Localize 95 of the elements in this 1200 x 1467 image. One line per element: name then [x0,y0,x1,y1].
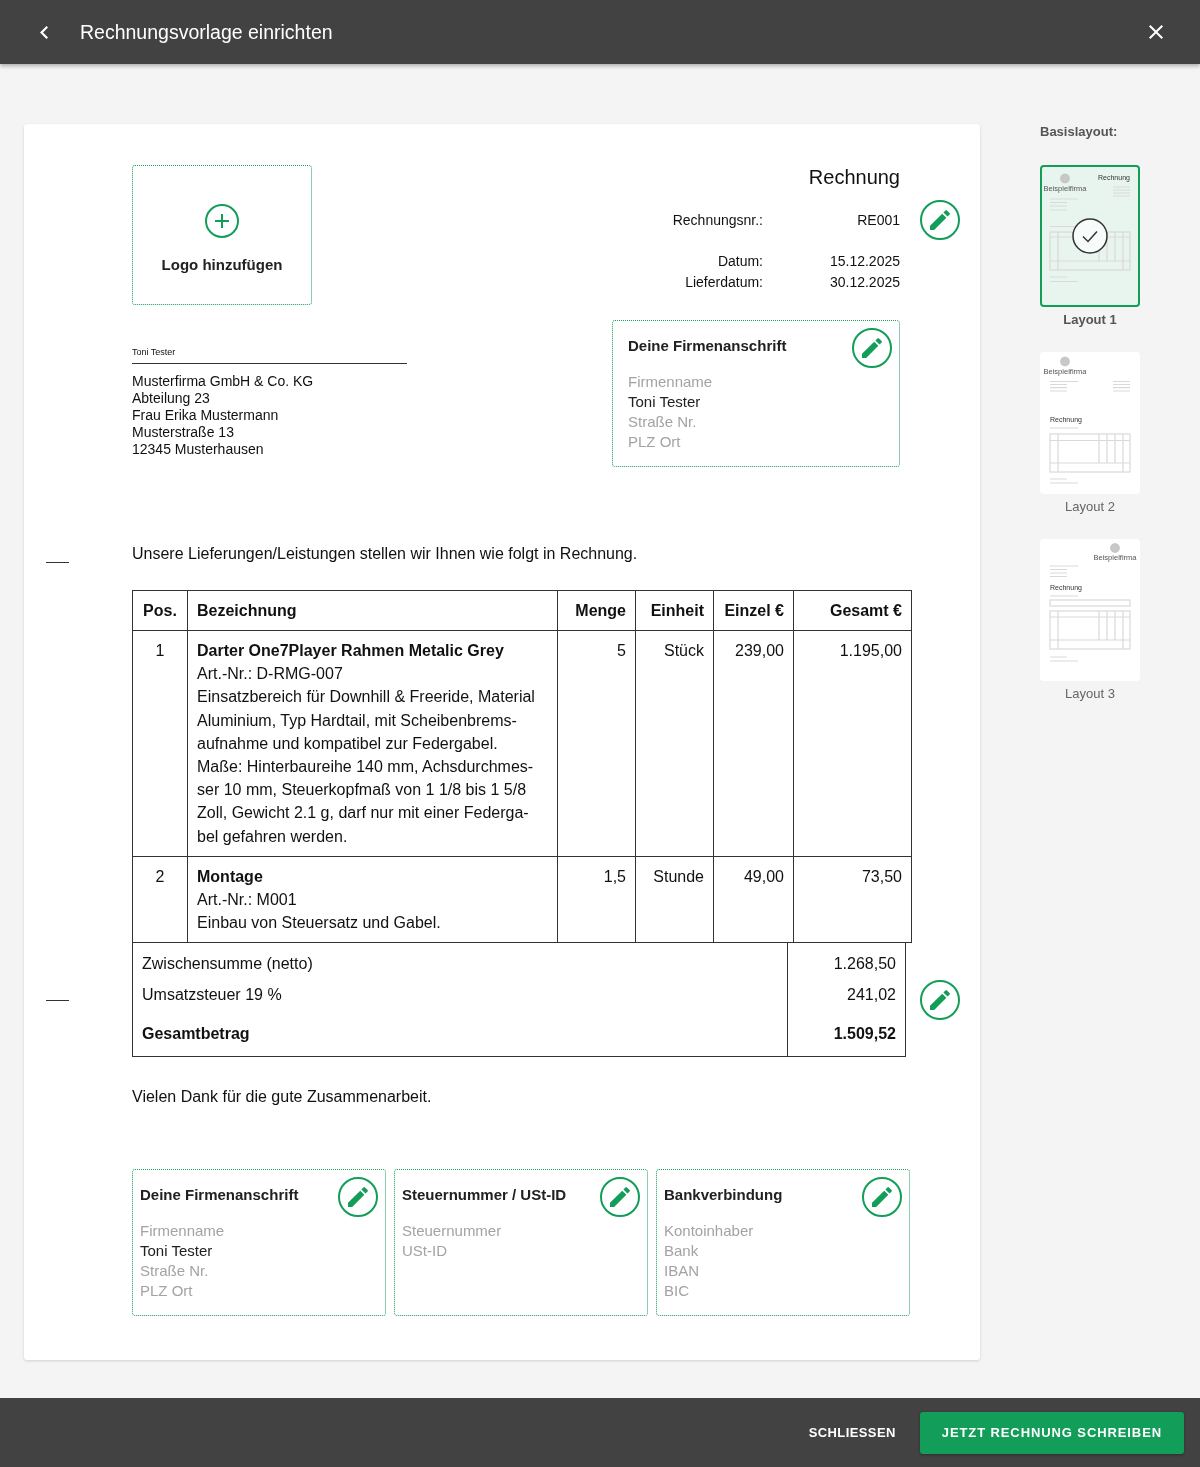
item-name: Montage [197,866,263,887]
text-lines-drawing [1049,565,1079,578]
table-cell: 49,00 [713,856,794,943]
table-cell: 2 [132,856,188,943]
edit-button[interactable] [852,328,892,368]
chevron-left-icon[interactable] [40,25,48,39]
create-invoice-button[interactable]: JETZT RECHNUNG SCHREIBEN [919,1411,1184,1454]
pencil-icon [862,338,882,358]
address-line: Musterfirma GmbH & Co. KG [132,373,314,390]
column-header: Bezeichnung [187,590,558,631]
pencil-icon [930,210,950,230]
article-number: Art.-Nr.: D-RMG-007 [197,664,343,685]
column-header: Menge [557,590,636,631]
item-description: Einbau von Steuersatz und Gabel. [197,913,442,934]
logo-placeholder-icon [1060,173,1070,184]
column-header: Einheit [635,590,714,631]
column-header: Pos. [132,590,188,631]
info-line: Firmenname [628,372,713,392]
sender-address-line: Toni Tester [132,347,407,364]
logo-placeholder-icon [1110,543,1120,553]
info-line: USt-ID [402,1241,447,1262]
panel-title: Deine Firmenanschrift [628,337,787,355]
info-line: Straße Nr. [628,412,697,432]
total-label: Umsatzsteuer 19 % [132,975,788,1007]
panel-title: Deine Firmenanschrift [140,1186,299,1205]
closing-text: Vielen Dank für die gute Zusammenarbeit. [132,1087,432,1107]
section-label: Basislayout: [1040,124,1119,140]
table-cell: 73,50 [793,856,912,943]
info-line: Toni Tester [628,392,701,412]
total-value: 241,02 [787,975,906,1007]
article-number: Art.-Nr.: M001 [197,890,297,911]
layout-label: Layout 1 [1062,311,1118,329]
meta-label: Lieferdatum: [685,273,763,292]
address-line: 12345 Musterhausen [132,441,264,458]
add-logo-button[interactable]: Logo hinzufügen [132,165,312,305]
total-label: Zwischensumme (netto) [132,943,788,976]
edit-button[interactable] [600,1177,640,1218]
meta-label: Datum: [717,252,763,271]
info-line: IBAN [664,1261,699,1282]
address-line: Musterstraße 13 [132,424,234,441]
info-line: PLZ Ort [628,432,681,452]
meta-value: RE001 [857,210,900,230]
info-line: Bank [664,1241,699,1262]
table-cell: 1.195,00 [793,630,912,857]
edit-button[interactable] [920,980,960,1021]
info-line: Toni Tester [140,1241,213,1262]
info-line: BIC [664,1281,689,1302]
logo-placeholder-icon [1060,356,1070,367]
info-line: Steuernummer [402,1221,502,1242]
text-lines-drawing [1049,276,1079,283]
total-value: 1.509,52 [787,1006,906,1057]
pencil-icon [930,990,950,1011]
item-name: Darter One7Player Rahmen Metalic Grey [197,641,504,661]
pencil-icon [872,1187,892,1208]
text-lines-drawing [1049,380,1079,392]
meta-value: 30.12.2025 [829,273,900,292]
table-cell: 1 [132,630,188,857]
item-description: Einsatzbereich für Downhill & Freeride, Material Aluminium, Typ Hardtail, mit Scheibenbrems- aufnahme und kompatibel zur Federgabel. Maße: Hinterbaureihe 140 mm, Achsdurchmes- ser 10 mm, Steuerkopfmaß von 1 1/8 bis 1 5/8 Zoll, Gewicht 2.1 g, darf nur mit einer Federga- bel gefahren werden. [197,687,536,847]
page-title: Rechnungsvorlage einrichten [80,20,333,44]
close-button[interactable]: SCHLIESSEN [792,1411,912,1454]
table-cell: 1,5 [557,856,636,943]
address-line: Abteilung 23 [132,390,210,407]
edit-button[interactable] [338,1177,378,1218]
info-line: Kontoinhaber [664,1221,754,1242]
panel-title: Bankverbindung [664,1186,783,1205]
total-value: 1.268,50 [787,943,906,976]
table-cell: 5 [557,630,636,857]
meta-value: 15.12.2025 [829,252,900,271]
close-icon[interactable] [1149,25,1163,39]
document-title: Rechnung [808,165,900,189]
pencil-icon [610,1187,630,1208]
info-line: PLZ Ort [140,1281,193,1302]
check-circle-icon [1072,218,1108,254]
fold-mark [46,1000,69,1001]
meta-label: Rechnungsnr.: [672,210,763,230]
intro-text: Unsere Lieferungen/Leistungen stellen wir Ihnen wie folgt in Rechnung. [132,543,638,563]
plus-circle-icon [205,204,239,238]
layout-label: Layout 3 [1064,685,1116,703]
column-header: Gesamt € [793,590,912,631]
text-lines-drawing [1112,380,1131,392]
column-header: Einzel € [713,590,794,631]
address-line: Frau Erika Mustermann [132,407,279,424]
text-lines-drawing [1049,198,1079,211]
edit-button[interactable] [920,200,960,240]
table-cell: Stunde [635,856,714,943]
info-line: Firmenname [140,1221,225,1242]
table-cell: 239,00 [713,630,794,857]
table-cell: Stück [635,630,714,857]
pencil-icon [348,1187,368,1208]
layout-label: Layout 2 [1064,498,1116,516]
panel-title: Steuernummer / USt-ID [402,1186,567,1205]
fold-mark [46,562,69,563]
info-line: Straße Nr. [140,1261,209,1282]
edit-button[interactable] [862,1177,902,1218]
total-label: Gesamtbetrag [132,1006,788,1057]
